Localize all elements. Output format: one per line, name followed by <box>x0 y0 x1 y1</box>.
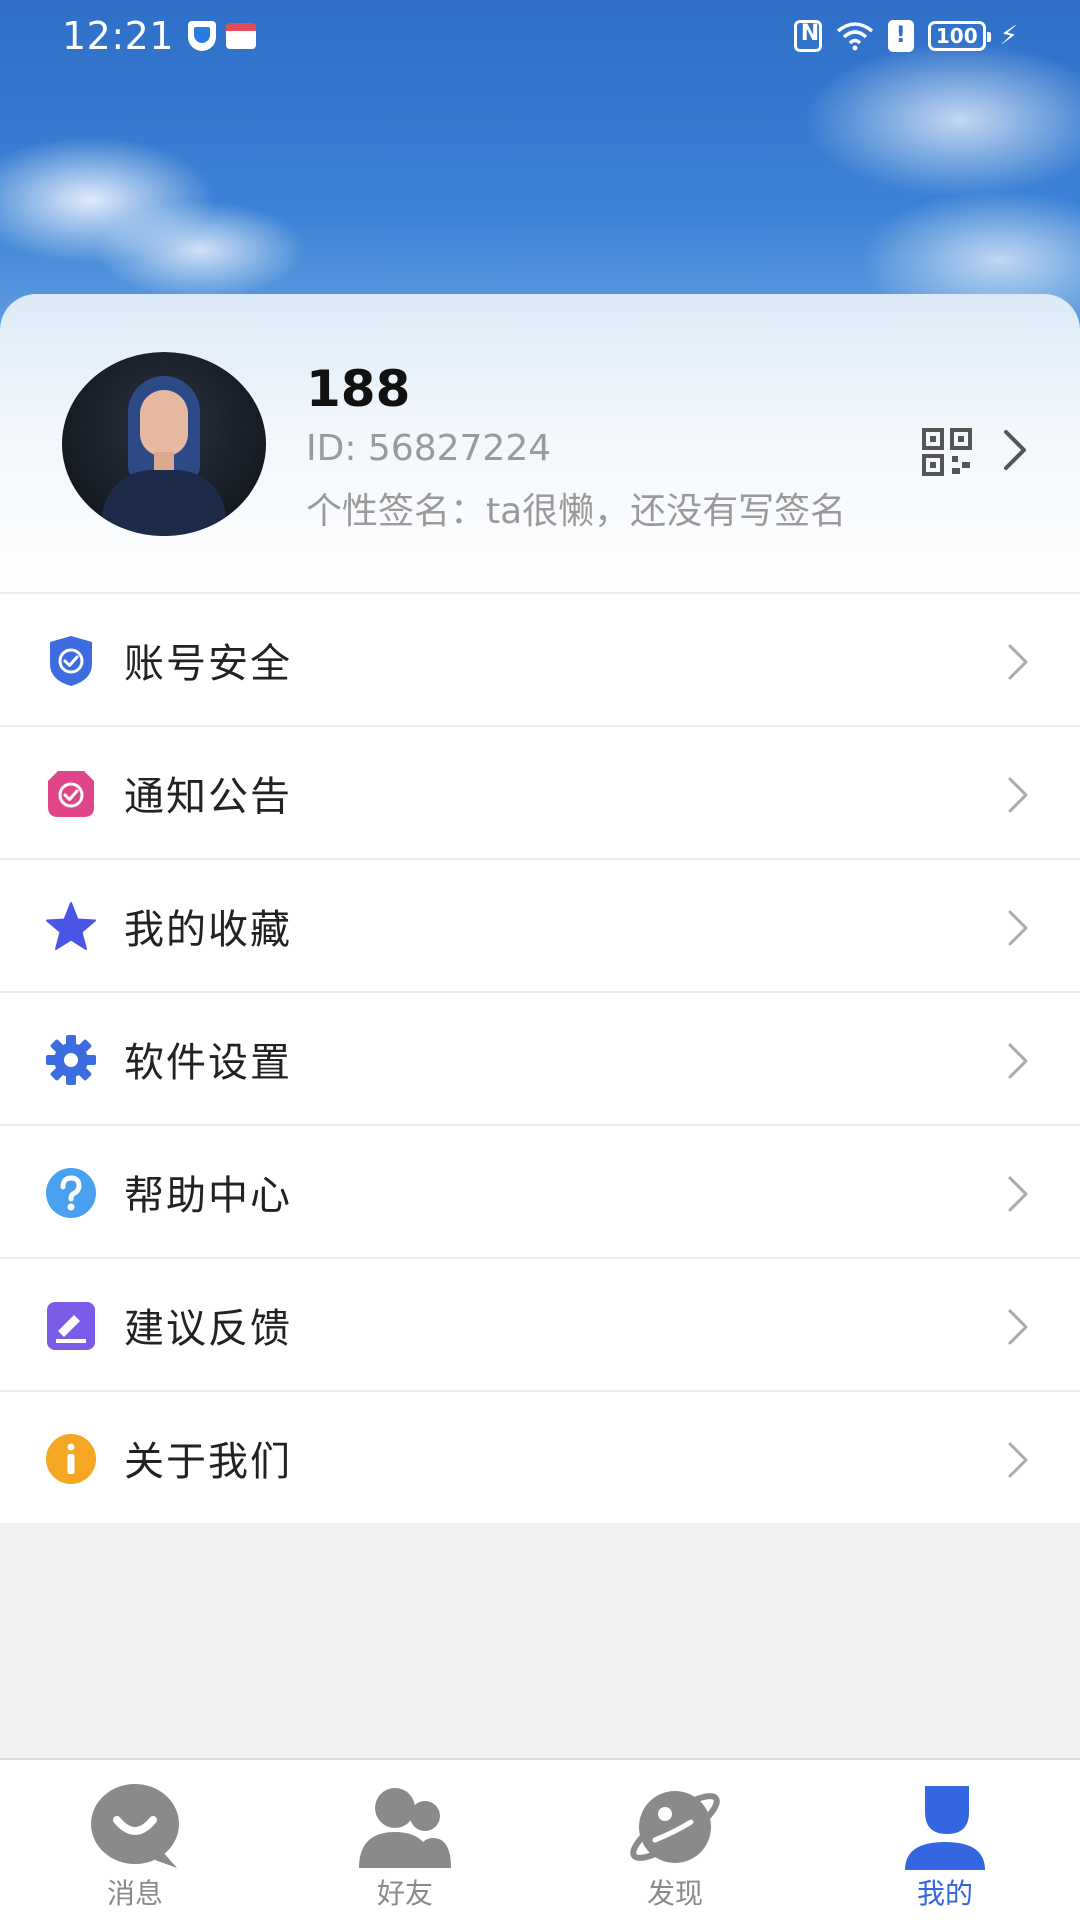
menu-item-account-security[interactable]: 账号安全 <box>0 592 1080 725</box>
person-icon <box>905 1786 985 1870</box>
tab-me[interactable]: 我的 <box>810 1760 1080 1920</box>
tab-label: 我的 <box>916 1877 973 1910</box>
chevron-right-icon[interactable] <box>1000 426 1030 474</box>
menu-item-label: 账号安全 <box>124 640 292 687</box>
chevron-right-icon <box>1008 1309 1028 1345</box>
chevron-right-icon <box>1008 1176 1028 1212</box>
menu-item-label: 建议反馈 <box>124 1305 292 1352</box>
menu-item-help[interactable]: 帮助中心 <box>0 1124 1080 1257</box>
chevron-right-icon <box>1008 777 1028 813</box>
menu-item-label: 软件设置 <box>124 1039 292 1086</box>
chat-bubble-icon <box>91 1784 179 1868</box>
menu-item-label: 帮助中心 <box>124 1172 292 1219</box>
settings-menu: 账号安全 通知公告 我的收藏 软件设置 帮助中心 建议反馈 关于我们 <box>0 592 1080 1523</box>
tab-friends[interactable]: 好友 <box>270 1760 540 1920</box>
info-icon <box>46 1434 96 1484</box>
battery-icon: 100 <box>927 21 991 51</box>
star-icon <box>46 902 96 950</box>
chevron-right-icon <box>1008 1442 1028 1478</box>
menu-item-label: 我的收藏 <box>124 906 292 953</box>
app-notification-icon <box>226 23 257 49</box>
menu-item-feedback[interactable]: 建议反馈 <box>0 1257 1080 1390</box>
status-bar: 12:21 ! 100 ⚡ <box>0 0 1080 72</box>
nfc-icon <box>793 20 822 52</box>
menu-item-label: 通知公告 <box>124 773 292 820</box>
menu-item-about[interactable]: 关于我们 <box>0 1390 1080 1523</box>
feedback-icon <box>47 1302 95 1350</box>
profile-id: ID: 56827224 <box>306 428 552 469</box>
profile-card[interactable]: 188 ID: 56827224 个性签名：ta很懒，还没有写签名 <box>0 294 1080 592</box>
tab-label: 消息 <box>106 1877 163 1910</box>
menu-item-favorites[interactable]: 我的收藏 <box>0 858 1080 991</box>
menu-item-notifications[interactable]: 通知公告 <box>0 725 1080 858</box>
gear-icon <box>46 1035 96 1085</box>
chevron-right-icon <box>1008 644 1028 680</box>
profile-name: 188 <box>306 360 411 418</box>
shield-check-icon <box>50 636 92 686</box>
help-icon <box>46 1168 96 1218</box>
tab-label: 发现 <box>646 1877 703 1910</box>
friends-icon <box>359 1788 451 1868</box>
notification-check-icon <box>48 771 94 817</box>
wifi-icon <box>836 22 873 51</box>
planet-icon <box>630 1791 720 1863</box>
menu-item-label: 关于我们 <box>124 1438 292 1485</box>
tab-messages[interactable]: 消息 <box>0 1760 270 1920</box>
chevron-right-icon <box>1008 910 1028 946</box>
alert-icon: ! <box>887 20 914 52</box>
tab-label: 好友 <box>376 1877 433 1910</box>
charging-icon: ⚡ <box>999 21 1018 51</box>
menu-item-settings[interactable]: 软件设置 <box>0 991 1080 1124</box>
profile-signature: 个性签名：ta很懒，还没有写签名 <box>306 491 847 532</box>
bottom-tab-bar: 消息 好友 发现 我的 <box>0 1758 1080 1920</box>
status-time: 12:21 <box>62 14 175 58</box>
security-shield-icon <box>188 21 217 51</box>
tab-discover[interactable]: 发现 <box>540 1760 810 1920</box>
qr-code-icon[interactable] <box>922 428 974 476</box>
avatar[interactable] <box>62 352 266 536</box>
chevron-right-icon <box>1008 1043 1028 1079</box>
